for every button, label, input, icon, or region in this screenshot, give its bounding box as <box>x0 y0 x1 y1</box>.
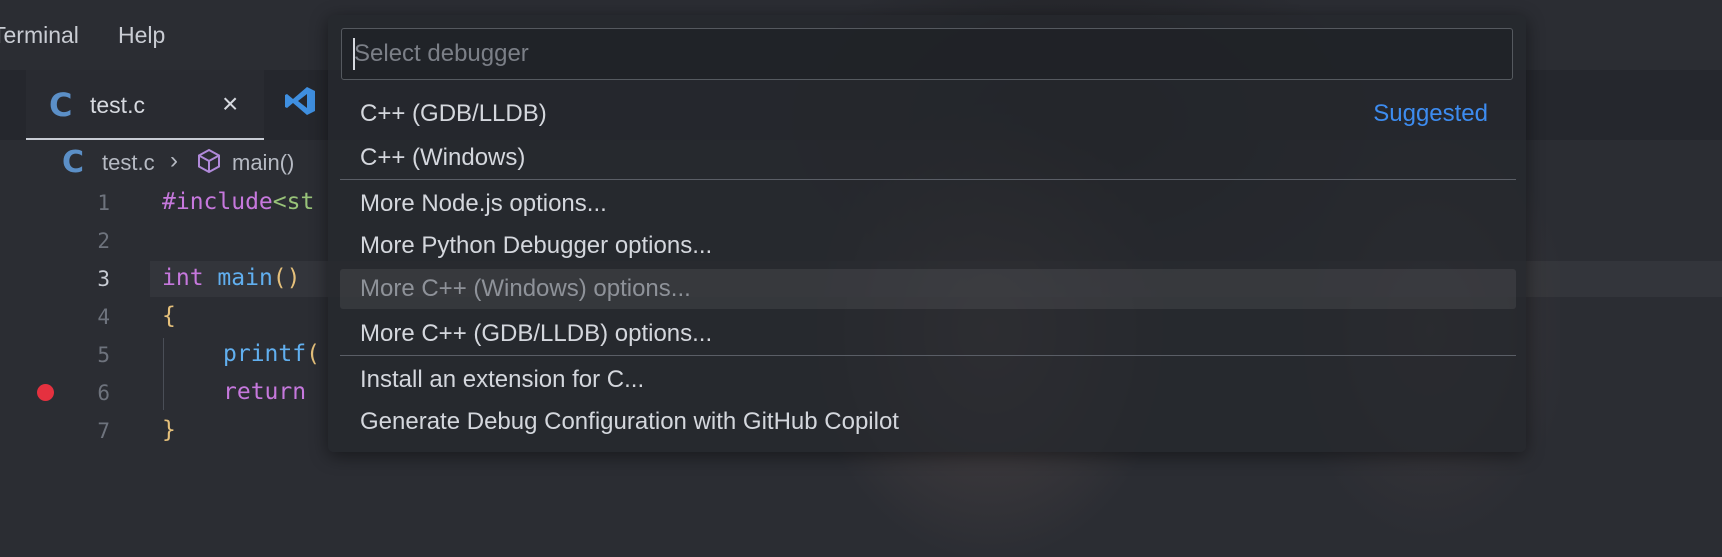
code-line[interactable]: #include<st <box>162 189 314 215</box>
select-debugger-input[interactable] <box>341 28 1513 80</box>
menu-terminal[interactable]: Terminal <box>0 22 79 49</box>
code-line[interactable]: return <box>223 379 306 405</box>
quick-pick-item-label: More Node.js options... <box>360 190 607 217</box>
breadcrumb-separator: › <box>170 147 178 174</box>
quick-pick-item[interactable]: C++ (Windows) <box>340 138 1516 178</box>
breadcrumb-symbol[interactable]: main() <box>232 150 294 176</box>
line-number: 1 <box>97 191 110 215</box>
line-number: 7 <box>97 419 110 443</box>
code-token: printf <box>223 341 307 367</box>
code-token: int <box>162 265 204 291</box>
quick-pick-item-label: Generate Debug Configuration with GitHub… <box>360 408 899 435</box>
code-token: main <box>217 265 273 291</box>
quick-pick-item-label: C++ (Windows) <box>360 144 526 171</box>
code-token: #include <box>162 189 273 215</box>
code-line[interactable]: } <box>162 417 176 443</box>
line-number: 4 <box>97 305 110 329</box>
quick-pick-item[interactable]: More Python Debugger options... <box>340 226 1516 266</box>
quick-pick-item[interactable]: Install an extension for C... <box>340 360 1516 400</box>
symbol-method-icon <box>196 148 222 179</box>
quick-pick-item-label: More C++ (GDB/LLDB) options... <box>360 320 713 347</box>
text-cursor <box>353 38 355 70</box>
quick-pick-item-label: More Python Debugger options... <box>360 232 713 259</box>
separator <box>340 355 1516 356</box>
quick-pick-item[interactable]: Generate Debug Configuration with GitHub… <box>340 402 1516 442</box>
quick-pick-item[interactable]: More C++ (GDB/LLDB) options... <box>340 314 1516 354</box>
vscode-icon[interactable] <box>284 86 316 121</box>
menu-help[interactable]: Help <box>118 22 165 49</box>
line-number: 2 <box>97 229 110 253</box>
code-token: ( <box>306 341 320 367</box>
code-line[interactable]: printf( <box>223 341 320 367</box>
quick-pick-item-label: C++ (GDB/LLDB) <box>360 100 547 127</box>
line-number: 6 <box>97 381 110 405</box>
c-file-icon: C <box>62 145 85 180</box>
quick-pick-item-active[interactable]: More C++ (Windows) options... <box>340 269 1516 309</box>
suggested-badge: Suggested <box>1373 100 1488 127</box>
quick-pick-item-label: More C++ (Windows) options... <box>360 275 691 302</box>
line-number: 5 <box>97 343 110 367</box>
code-line[interactable]: { <box>162 303 176 329</box>
quick-pick-item[interactable]: More Node.js options... <box>340 184 1516 224</box>
code-token: <st <box>272 189 315 215</box>
separator <box>340 179 1516 180</box>
breadcrumb-file[interactable]: test.c <box>102 150 155 176</box>
close-icon[interactable]: × <box>222 88 238 120</box>
code-line[interactable]: int main() <box>162 265 301 291</box>
breakpoint-icon[interactable] <box>37 384 54 401</box>
tab-label: test.c <box>90 92 145 118</box>
indent-guide <box>163 338 164 410</box>
quick-pick-item[interactable]: C++ (GDB/LLDB) Suggested <box>340 94 1516 134</box>
c-file-icon: C <box>49 86 73 124</box>
code-token: () <box>272 265 301 291</box>
quick-pick-item-label: Install an extension for C... <box>360 366 645 393</box>
line-number: 3 <box>97 267 110 291</box>
